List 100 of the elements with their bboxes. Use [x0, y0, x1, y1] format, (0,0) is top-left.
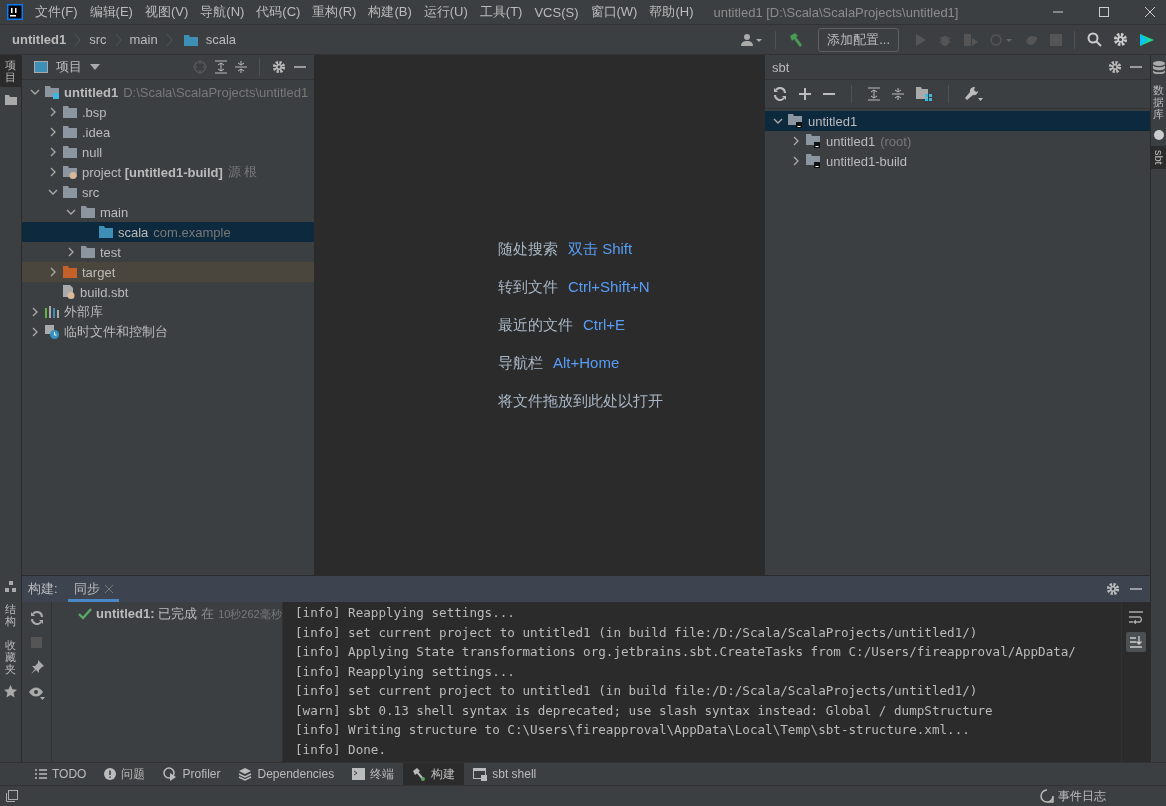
- menu-item[interactable]: 编辑(E): [83, 3, 139, 21]
- tree-item[interactable]: project [untitled1-build] 源 根: [22, 162, 314, 182]
- menu-item[interactable]: 窗口(W): [584, 3, 644, 21]
- tree-item[interactable]: null: [22, 142, 314, 162]
- hint-label: 导航栏: [498, 353, 543, 373]
- tree-item[interactable]: src: [22, 182, 314, 202]
- chevron-icon[interactable]: [48, 107, 58, 117]
- maximize-icon[interactable]: [1098, 6, 1110, 18]
- event-log-button[interactable]: 事件日志: [1040, 787, 1156, 805]
- expand-all-icon[interactable]: [215, 60, 227, 74]
- tool-window-tab[interactable]: 项目: [0, 55, 21, 88]
- chevron-icon[interactable]: [791, 156, 801, 166]
- refresh-icon[interactable]: [773, 87, 787, 101]
- tool-window-tab[interactable]: 数据库: [1151, 80, 1166, 125]
- tree-item-label: .idea: [82, 124, 111, 140]
- chevron-icon[interactable]: [48, 127, 58, 137]
- tool-window-button[interactable]: sbt shell: [464, 763, 546, 785]
- chevron-icon[interactable]: [30, 327, 40, 337]
- tool-window-button[interactable]: 构建: [403, 763, 465, 785]
- chevron-icon[interactable]: [48, 167, 58, 177]
- collapse-all-icon[interactable]: [892, 87, 904, 101]
- tree-item[interactable]: untitled1: [765, 111, 1150, 131]
- menu-item[interactable]: 文件(F): [29, 3, 84, 21]
- breadcrumb[interactable]: scala: [205, 32, 237, 47]
- tool-window-tab[interactable]: sbt: [1151, 146, 1166, 169]
- menu-item[interactable]: VCS(S): [528, 4, 585, 20]
- tree-item-label: build.sbt: [80, 284, 129, 300]
- dropdown-icon[interactable]: [90, 64, 100, 70]
- tool-window-tab[interactable]: 收藏夹: [0, 634, 21, 679]
- hammer-icon[interactable]: [788, 31, 805, 48]
- chevron-icon[interactable]: [48, 147, 58, 157]
- folder-icon: [81, 206, 95, 218]
- shortcut: Ctrl+E: [583, 315, 626, 335]
- chevron-icon[interactable]: [48, 267, 58, 277]
- panel-toggle-icon[interactable]: [6, 790, 18, 802]
- chevron-icon[interactable]: [48, 187, 58, 197]
- breadcrumb[interactable]: main: [129, 32, 158, 47]
- toolbox-logo-icon[interactable]: [1139, 31, 1155, 48]
- dot-icon: [1153, 130, 1164, 141]
- tree-item[interactable]: .idea: [22, 122, 314, 142]
- eye-icon[interactable]: [28, 686, 45, 700]
- breadcrumb[interactable]: src: [89, 32, 107, 47]
- chevron-icon[interactable]: [30, 87, 40, 97]
- tool-window-button[interactable]: 终端: [343, 763, 404, 785]
- tree-item[interactable]: .bsp: [22, 102, 314, 122]
- build-status[interactable]: untitled1: 已完成: [96, 605, 198, 623]
- settings-icon[interactable]: [272, 60, 286, 74]
- settings-icon[interactable]: [1113, 32, 1128, 47]
- tree-item[interactable]: untitled1 (root): [765, 131, 1150, 151]
- scratch-file-icon: [45, 325, 59, 339]
- tree-item[interactable]: untitled1-build: [765, 151, 1150, 171]
- tree-item-label: 临时文件和控制台: [64, 323, 168, 341]
- add-icon[interactable]: [799, 88, 811, 100]
- wrench-icon[interactable]: [965, 86, 983, 102]
- tree-item[interactable]: 临时文件和控制台: [22, 322, 314, 342]
- tool-window-button[interactable]: 问题: [95, 763, 155, 785]
- tree-item-hint: D:\Scala\ScalaProjects\untitled1: [123, 84, 309, 100]
- add-configuration-button[interactable]: 添加配置...: [818, 27, 899, 52]
- pin-icon[interactable]: [29, 660, 44, 674]
- settings-icon[interactable]: [1106, 582, 1120, 596]
- menu-item[interactable]: 重构(R): [306, 3, 363, 21]
- tree-item[interactable]: untitled1 D:\Scala\ScalaProjects\untitled1: [22, 82, 314, 102]
- chevron-icon[interactable]: [30, 307, 40, 317]
- tool-window-button[interactable]: Profiler: [154, 763, 230, 785]
- menu-item[interactable]: 构建(B): [362, 3, 418, 21]
- search-icon[interactable]: [1087, 32, 1102, 47]
- breadcrumb[interactable]: untitled1: [12, 32, 67, 47]
- chevron-icon[interactable]: [66, 247, 76, 257]
- collapse-all-icon[interactable]: [235, 60, 247, 74]
- tree-item[interactable]: target: [22, 262, 314, 282]
- menu-item[interactable]: 帮助(H): [643, 3, 700, 21]
- menu-item[interactable]: 代码(C): [250, 3, 307, 21]
- tree-item[interactable]: scala com.example: [22, 222, 314, 242]
- tree-item[interactable]: build.sbt: [22, 282, 314, 302]
- tree-item[interactable]: test: [22, 242, 314, 262]
- soft-wrap-icon[interactable]: [1129, 610, 1143, 624]
- chevron-icon[interactable]: [773, 116, 783, 126]
- tool-window-button[interactable]: TODO: [26, 763, 96, 785]
- tool-window-tab[interactable]: 结构: [0, 598, 21, 631]
- menu-item[interactable]: 视图(V): [138, 3, 195, 21]
- settings-icon[interactable]: [1108, 60, 1122, 74]
- close-icon[interactable]: [1144, 6, 1156, 18]
- expand-all-icon[interactable]: [868, 87, 880, 101]
- terminal-icon: [352, 768, 366, 780]
- scroll-to-end-icon[interactable]: [1126, 632, 1146, 652]
- layers-icon: [238, 767, 253, 781]
- console-line: [info] Done.: [295, 740, 387, 759]
- chevron-icon[interactable]: [66, 207, 76, 217]
- chevron-icon[interactable]: [791, 136, 801, 146]
- module-folder-icon[interactable]: [916, 87, 932, 101]
- hint-label: 最近的文件: [498, 315, 573, 335]
- tree-item[interactable]: 外部库: [22, 302, 314, 322]
- menu-item[interactable]: 运行(U): [417, 3, 474, 21]
- tree-item[interactable]: main: [22, 202, 314, 222]
- tool-window-button[interactable]: Dependencies: [229, 763, 344, 785]
- menu-item[interactable]: 导航(N): [194, 3, 251, 21]
- user-icon[interactable]: [741, 32, 764, 47]
- panel-title[interactable]: 项目: [56, 58, 82, 76]
- refresh-icon[interactable]: [29, 611, 44, 625]
- menu-item[interactable]: 工具(T): [473, 3, 529, 21]
